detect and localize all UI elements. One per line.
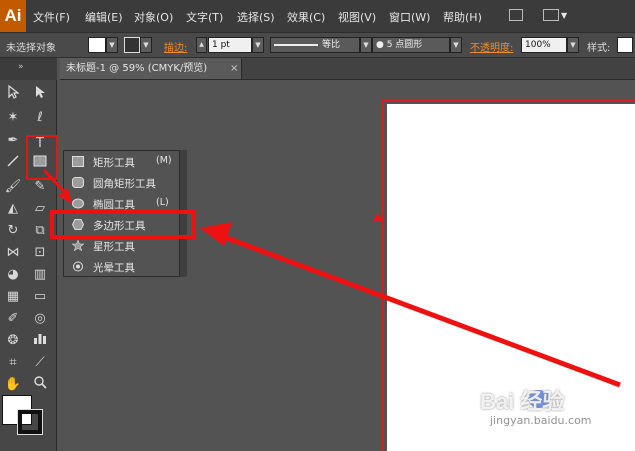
watermark: Bai 经验 jingyan.baidu.com <box>478 384 628 439</box>
annotation-arrow-large <box>200 222 621 388</box>
watermark-brand: Bai 经验 <box>480 389 565 414</box>
watermark-url: jingyan.baidu.com <box>490 414 592 427</box>
annotation-arrow-small <box>42 168 72 204</box>
